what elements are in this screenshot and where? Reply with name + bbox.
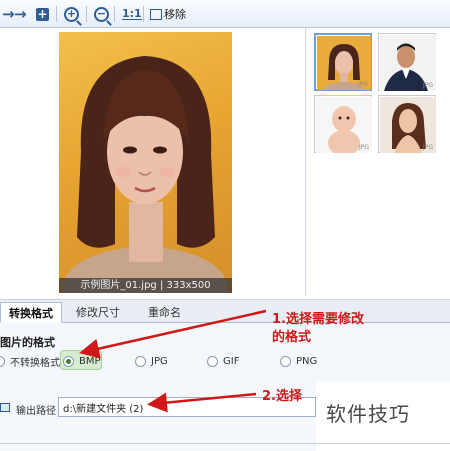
annotation-step1-line1: 1.选择需要修改: [272, 312, 364, 327]
bottom-border: [0, 443, 450, 444]
watermark-text: 软件技巧: [326, 402, 410, 426]
annotation-step1-line2: 的格式: [272, 330, 312, 345]
annotation-step2: 2.选择: [262, 389, 302, 404]
